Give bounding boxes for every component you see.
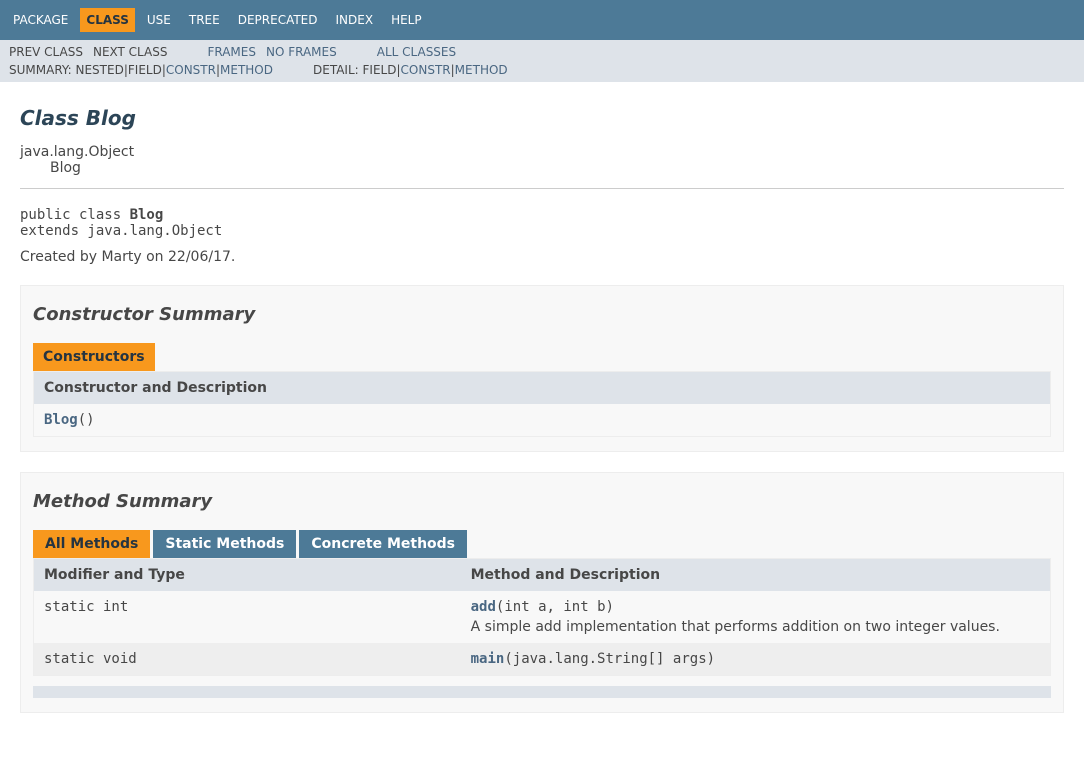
inheritance-tree: java.lang.Object Blog — [20, 144, 1064, 176]
class-declaration: public class Blog extends java.lang.Obje… — [20, 207, 1064, 239]
method-params: (java.lang.String[] args) — [504, 651, 715, 667]
inherited-methods-bar — [33, 686, 1051, 698]
summary-field: FIELD — [128, 63, 162, 77]
summary-label: SUMMARY: — [9, 63, 72, 77]
method-summary-heading: Method Summary — [33, 491, 1051, 512]
page-title: Class Blog — [20, 106, 1064, 130]
prev-class: PREV CLASS — [9, 45, 83, 59]
tab-concrete-methods[interactable]: Concrete Methods — [299, 530, 467, 558]
method-col2-header: Method and Description — [461, 559, 1051, 592]
constructor-summary-block: Constructor Summary Constructors Constru… — [20, 285, 1064, 452]
summary-nested: NESTED — [76, 63, 124, 77]
table-row: static int add(int a, int b) A simple add … — [34, 591, 1051, 643]
topnav-item-use[interactable]: USE — [141, 8, 177, 32]
topnav-link-index[interactable]: INDEX — [336, 13, 374, 27]
detail-field: FIELD — [363, 63, 397, 77]
table-row: static void main(java.lang.String[] args) — [34, 643, 1051, 676]
topnav-item-package[interactable]: PACKAGE — [7, 8, 74, 32]
topnav-item-index[interactable]: INDEX — [330, 8, 380, 32]
top-navigation: PACKAGE CLASS USE TREE DEPRECATED INDEX HELP — [0, 0, 1084, 40]
method-link[interactable]: add — [471, 599, 496, 615]
allclasses-link[interactable]: ALL CLASSES — [377, 45, 456, 59]
constructor-link[interactable]: Blog — [44, 412, 78, 428]
method-link[interactable]: main — [471, 651, 505, 667]
tab-static-methods[interactable]: Static Methods — [153, 530, 296, 558]
sub-navigation: PREV CLASS NEXT CLASS FRAMES NO FRAMES A… — [0, 40, 1084, 82]
topnav-link-help[interactable]: HELP — [391, 13, 422, 27]
noframes-link[interactable]: NO FRAMES — [266, 45, 337, 59]
tab-all-methods[interactable]: All Methods — [33, 530, 150, 558]
constructor-table: Constructor and Description Blog() — [33, 371, 1051, 437]
topnav-link-deprecated[interactable]: DEPRECATED — [238, 13, 318, 27]
inheritance-parent: java.lang.Object — [20, 144, 1064, 160]
topnav-link-tree[interactable]: TREE — [189, 13, 220, 27]
detail-constr-link[interactable]: CONSTR — [401, 63, 451, 77]
method-description: A simple add implementation that perform… — [471, 619, 1040, 635]
summary-constr-link[interactable]: CONSTR — [166, 63, 216, 77]
topnav-link-use[interactable]: USE — [147, 13, 171, 27]
method-summary-block: Method Summary All MethodsStatic Methods… — [20, 472, 1064, 713]
table-row: Blog() — [34, 404, 1051, 437]
topnav-item-tree[interactable]: TREE — [183, 8, 226, 32]
topnav-link-package[interactable]: PACKAGE — [13, 13, 68, 27]
frames-link[interactable]: FRAMES — [207, 45, 256, 59]
class-description: Created by Marty on 22/06/17. — [20, 249, 1064, 265]
constructor-summary-heading: Constructor Summary — [33, 304, 1051, 325]
summary-method-link[interactable]: METHOD — [220, 63, 273, 77]
method-col1-header: Modifier and Type — [34, 559, 461, 592]
constructors-caption: Constructors — [33, 343, 155, 371]
next-class: NEXT CLASS — [93, 45, 168, 59]
constructor-col-header: Constructor and Description — [34, 372, 1051, 405]
constructor-params: () — [78, 412, 95, 428]
inheritance-child: Blog — [20, 160, 1064, 176]
method-modifier: static int — [34, 591, 461, 643]
detail-label: DETAIL: — [313, 63, 359, 77]
method-table: Modifier and Type Method and Description… — [33, 558, 1051, 676]
topnav-item-deprecated[interactable]: DEPRECATED — [232, 8, 324, 32]
method-params: (int a, int b) — [496, 599, 614, 615]
topnav-item-help[interactable]: HELP — [385, 8, 428, 32]
topnav-item-class[interactable]: CLASS — [80, 8, 135, 32]
method-modifier: static void — [34, 643, 461, 676]
detail-method-link[interactable]: METHOD — [455, 63, 508, 77]
